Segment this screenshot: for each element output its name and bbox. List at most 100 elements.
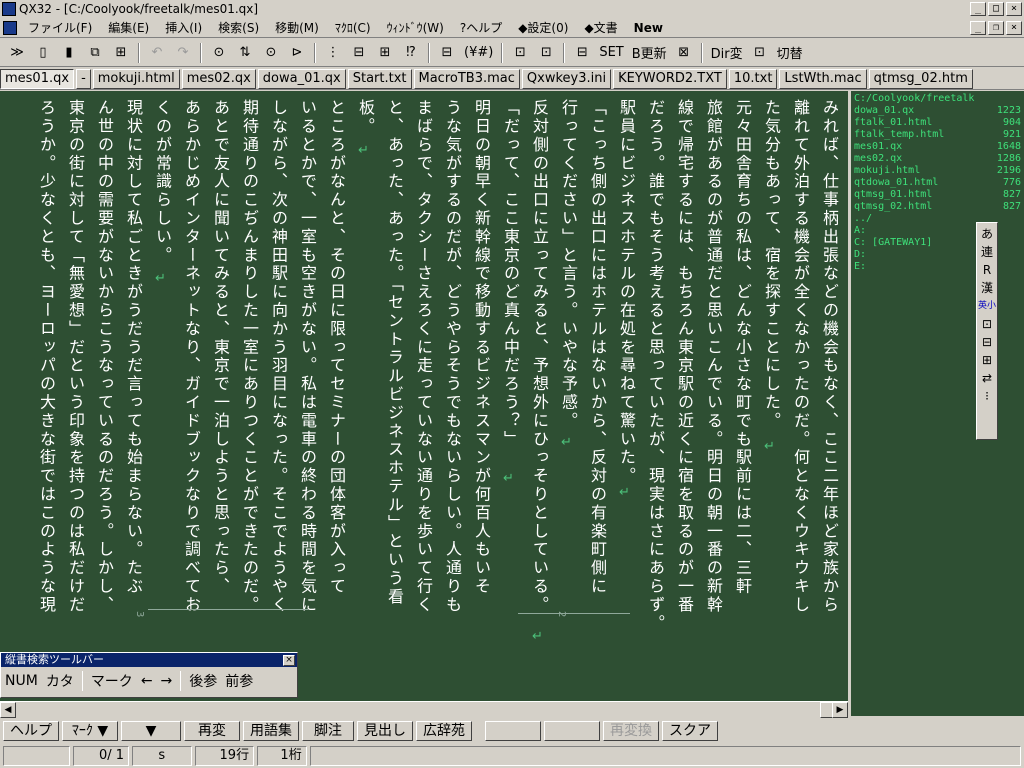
- vertical-text-editor[interactable]: みれば、仕事柄出張などの機会もなく、ここ二年ほど家族から 離れて外泊する機会が全く…: [0, 91, 848, 701]
- horizontal-scrollbar[interactable]: ◀ ▶: [0, 701, 848, 718]
- close-button[interactable]: ×: [1006, 2, 1022, 16]
- file-row[interactable]: qtmsg_02.html 827: [854, 201, 1021, 213]
- search-toolbar-title[interactable]: 縦書検索ツールバー ×: [1, 653, 297, 667]
- minimize-button[interactable]: _: [970, 2, 986, 16]
- currency-button[interactable]: (¥#): [462, 42, 495, 64]
- doc-restore-button[interactable]: ❐: [988, 20, 1004, 35]
- tab-lstwth[interactable]: LstWth.mac: [779, 68, 867, 89]
- file-row[interactable]: dowa_01.qx 1223: [854, 105, 1021, 117]
- menu-new[interactable]: New: [626, 21, 671, 35]
- app-icon[interactable]: [2, 2, 16, 16]
- convert-icon[interactable]: ⇄: [982, 371, 992, 385]
- save-icon[interactable]: ▮: [58, 42, 80, 64]
- file-row[interactable]: mes02.qx 1286: [854, 153, 1021, 165]
- file-row[interactable]: ftalk_01.html 904: [854, 117, 1021, 129]
- tab-keyword2[interactable]: KEYWORD2.TXT: [613, 68, 727, 89]
- grid-icon[interactable]: ⊞: [374, 42, 396, 64]
- arrow-left-icon[interactable]: ←: [141, 673, 153, 689]
- toggle-button[interactable]: 切替: [775, 42, 805, 64]
- tab-10txt[interactable]: 10.txt: [728, 68, 778, 89]
- menu-search[interactable]: 検索(S): [210, 19, 267, 36]
- roman-button[interactable]: R: [983, 263, 991, 277]
- file-row[interactable]: qtdowa_01.html 776: [854, 177, 1021, 189]
- fkey-empty[interactable]: [544, 721, 600, 741]
- new-file-icon[interactable]: ▯: [32, 42, 54, 64]
- num-button[interactable]: NUM: [5, 673, 38, 689]
- file-row[interactable]: ftalk_temp.html 921: [854, 129, 1021, 141]
- layout-icon[interactable]: ⊟: [571, 42, 593, 64]
- dictionary-icon[interactable]: ⊟: [982, 335, 992, 349]
- file-list-panel[interactable]: C:/Coolyook/freetalk dowa_01.qx 1223 ftalk…: [851, 91, 1024, 716]
- print-icon[interactable]: ⊡: [509, 42, 531, 64]
- fkey-reconversion[interactable]: 再変換: [603, 721, 659, 741]
- tab-separator[interactable]: -: [76, 68, 91, 89]
- doc-minimize-button[interactable]: _: [970, 20, 986, 35]
- set-button[interactable]: SET: [597, 42, 625, 64]
- menu-insert[interactable]: 挿入(I): [157, 19, 210, 36]
- tab-qxwkey3[interactable]: Qxwkey3.ini: [521, 68, 612, 89]
- arrow-right-icon[interactable]: →: [161, 673, 173, 689]
- kanji-button[interactable]: 漢: [981, 281, 993, 295]
- tool-icon[interactable]: ⊞: [982, 353, 992, 367]
- keyword-icon[interactable]: ⁉: [400, 42, 422, 64]
- tab-start[interactable]: Start.txt: [347, 68, 412, 89]
- dir-change-button[interactable]: Dir変: [709, 42, 745, 64]
- fkey-mark[interactable]: ﾏｰｸ ▼: [62, 721, 118, 741]
- mark-button[interactable]: マーク: [91, 671, 133, 691]
- fkey-empty[interactable]: [485, 721, 541, 741]
- tab-macrotb3[interactable]: MacroTB3.mac: [413, 68, 520, 89]
- fkey-down[interactable]: ▼: [121, 721, 181, 741]
- undo-icon[interactable]: ↶: [146, 42, 168, 64]
- format-icon[interactable]: ⊟: [436, 42, 458, 64]
- fkey-help[interactable]: ヘルプ: [3, 721, 59, 741]
- file-row[interactable]: mes01.qx 1648: [854, 141, 1021, 153]
- menu-settings[interactable]: ◆設定(0): [510, 19, 576, 36]
- fkey-heading[interactable]: 見出し: [357, 721, 413, 741]
- cursor-icon[interactable]: ⋮: [322, 42, 344, 64]
- document-icon[interactable]: [3, 20, 17, 35]
- menu-edit[interactable]: 編集(E): [100, 19, 157, 36]
- options-icon[interactable]: ⁝: [985, 389, 989, 403]
- fkey-squarea[interactable]: スクア: [662, 721, 718, 741]
- b-update-button[interactable]: B更新: [630, 42, 669, 64]
- scroll-left-arrow[interactable]: ◀: [0, 702, 16, 718]
- fkey-kojien[interactable]: 広辞苑: [416, 721, 472, 741]
- doc-close-button[interactable]: ×: [1006, 20, 1022, 35]
- search-next-icon[interactable]: ⊙: [260, 42, 282, 64]
- menu-document[interactable]: ◆文書: [576, 19, 625, 36]
- split-icon[interactable]: ⊞: [110, 42, 132, 64]
- tab-mes02[interactable]: mes02.qx: [181, 68, 256, 89]
- forward-reference-button[interactable]: 前参: [225, 671, 253, 691]
- fkey-footnote[interactable]: 脚注: [302, 721, 354, 741]
- menu-help[interactable]: ?ヘルプ: [452, 19, 510, 36]
- fkey-glossary[interactable]: 用語集: [243, 721, 299, 741]
- jump-icon[interactable]: ⊳: [286, 42, 308, 64]
- hiragana-button[interactable]: あ: [981, 227, 993, 241]
- menu-move[interactable]: 移動(M): [267, 19, 327, 36]
- scroll-right-arrow[interactable]: ▶: [832, 702, 848, 718]
- search-replace-icon[interactable]: ⇅: [234, 42, 256, 64]
- panel-icon[interactable]: ⊡: [749, 42, 771, 64]
- expand-icon[interactable]: ≫: [6, 42, 28, 64]
- renbun-button[interactable]: 連: [981, 245, 993, 259]
- tab-qtmsg02[interactable]: qtmsg_02.htm: [868, 68, 973, 89]
- multi-window-icon[interactable]: ⧉: [84, 42, 106, 64]
- menu-macro[interactable]: ﾏｸﾛ(C): [327, 19, 379, 36]
- preview-icon[interactable]: ⊡: [535, 42, 557, 64]
- english-lowercase-button[interactable]: 英小: [978, 299, 996, 313]
- menu-window[interactable]: ｳｨﾝﾄﾞｳ(W): [379, 19, 452, 36]
- file-row[interactable]: qtmsg_01.html 827: [854, 189, 1021, 201]
- redo-icon[interactable]: ↷: [172, 42, 194, 64]
- view-icon[interactable]: ⊠: [673, 42, 695, 64]
- back-reference-button[interactable]: 後参: [189, 671, 217, 691]
- katakana-button[interactable]: カタ: [46, 671, 74, 691]
- tab-mokuji[interactable]: mokuji.html: [92, 68, 180, 89]
- clipboard-icon[interactable]: ⊟: [348, 42, 370, 64]
- menu-file[interactable]: ファイル(F): [20, 19, 100, 36]
- search-icon[interactable]: ⊙: [208, 42, 230, 64]
- file-row[interactable]: mokuji.html 2196: [854, 165, 1021, 177]
- pad-icon[interactable]: ⊡: [982, 317, 992, 331]
- maximize-button[interactable]: □: [988, 2, 1004, 16]
- search-toolbar-close-button[interactable]: ×: [283, 654, 295, 666]
- fkey-reconvert[interactable]: 再変: [184, 721, 240, 741]
